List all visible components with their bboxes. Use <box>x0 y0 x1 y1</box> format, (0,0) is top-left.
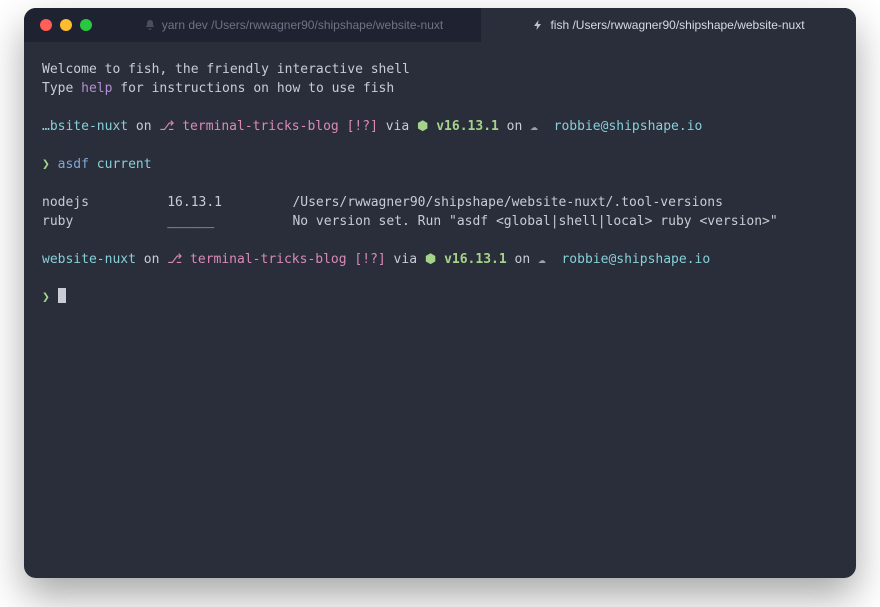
prompt-branch: terminal-tricks-blog <box>182 119 339 134</box>
prompt-node-version: v16.13.1 <box>436 119 499 134</box>
hexagon-icon: ⬢ <box>417 119 436 134</box>
output-row-ruby: ruby ______ No version set. Run "asdf <g… <box>42 214 778 229</box>
git-branch-icon: ⎇ <box>167 252 190 267</box>
command-arg: current <box>97 157 152 172</box>
tab-strip: yarn dev /Users/rwwagner90/shipshape/web… <box>106 8 856 42</box>
minimize-icon[interactable] <box>60 19 72 31</box>
welcome-line-1: Welcome to fish, the friendly interactiv… <box>42 62 410 77</box>
cursor-block <box>58 288 66 303</box>
prompt-node-version: v16.13.1 <box>444 252 507 267</box>
prompt-caret: ❯ <box>42 290 58 305</box>
git-branch-icon: ⎇ <box>159 119 182 134</box>
hexagon-icon: ⬢ <box>425 252 444 267</box>
prompt-caret: ❯ <box>42 157 58 172</box>
tab-label: yarn dev /Users/rwwagner90/shipshape/web… <box>162 18 443 32</box>
cloud-icon: ☁ <box>538 252 561 267</box>
prompt-git-status: [!?] <box>339 119 378 134</box>
welcome-line-2: Type help for instructions on how to use… <box>42 81 394 96</box>
prompt-dir: …bsite-nuxt <box>42 119 128 134</box>
zoom-icon[interactable] <box>80 19 92 31</box>
tab-label: fish /Users/rwwagner90/shipshape/website… <box>550 18 804 32</box>
terminal-window: yarn dev /Users/rwwagner90/shipshape/web… <box>24 8 856 578</box>
prompt-user: robbie@shipshape.io <box>554 119 703 134</box>
titlebar: yarn dev /Users/rwwagner90/shipshape/web… <box>24 8 856 42</box>
prompt-branch: terminal-tricks-blog <box>190 252 347 267</box>
terminal-body[interactable]: Welcome to fish, the friendly interactiv… <box>24 42 856 578</box>
empty-prompt-line: ❯ <box>42 288 838 307</box>
prompt-line-2: website-nuxt on ⎇ terminal-tricks-blog [… <box>42 250 838 269</box>
output-row-nodejs: nodejs 16.13.1 /Users/rwwagner90/shipsha… <box>42 195 723 210</box>
command-name: asdf <box>58 157 89 172</box>
tab-yarn-dev[interactable]: yarn dev /Users/rwwagner90/shipshape/web… <box>106 8 481 42</box>
window-controls <box>24 8 106 42</box>
close-icon[interactable] <box>40 19 52 31</box>
tab-fish[interactable]: fish /Users/rwwagner90/shipshape/website… <box>481 8 856 42</box>
cloud-icon: ☁ <box>530 119 553 134</box>
help-keyword: help <box>81 81 112 96</box>
prompt-line-1: …bsite-nuxt on ⎇ terminal-tricks-blog [!… <box>42 117 838 136</box>
lightning-icon <box>532 19 544 31</box>
prompt-dir: website-nuxt <box>42 252 136 267</box>
prompt-git-status: [!?] <box>347 252 386 267</box>
prompt-user: robbie@shipshape.io <box>561 252 710 267</box>
bell-icon <box>144 19 156 31</box>
command-line: ❯ asdf current <box>42 155 838 174</box>
